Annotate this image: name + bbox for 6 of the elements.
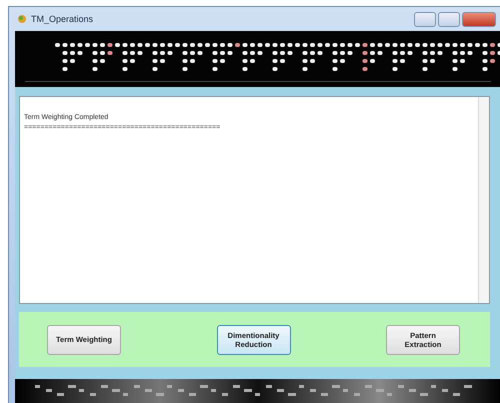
window-title: TM_Operations — [31, 14, 94, 24]
minimize-button[interactable] — [414, 12, 436, 26]
maximize-button[interactable] — [438, 12, 460, 26]
close-button[interactable] — [462, 12, 496, 26]
app-icon — [17, 14, 27, 24]
scrollbar[interactable] — [478, 97, 489, 303]
